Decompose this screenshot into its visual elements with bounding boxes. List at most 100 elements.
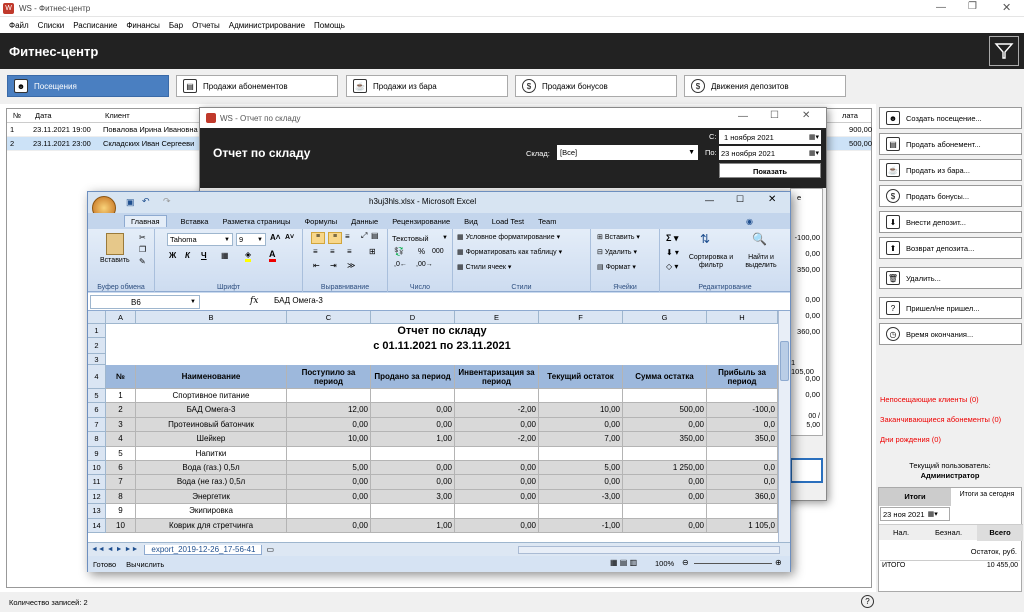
align-top-icon[interactable]: ≡ xyxy=(311,232,325,244)
menu-help[interactable]: Помощь xyxy=(314,21,345,30)
sheet-cell[interactable]: 0,00 xyxy=(455,461,539,476)
menu-admin[interactable]: Администрирование xyxy=(229,21,305,30)
tab-data[interactable]: Данные xyxy=(351,217,378,226)
fill-color-icon[interactable]: ◈ xyxy=(245,250,252,262)
table-header-cell[interactable]: Продано за период xyxy=(371,365,455,389)
horizontal-scrollbar[interactable] xyxy=(518,546,780,554)
align-center-icon[interactable]: ≡ xyxy=(330,247,335,256)
sheet-cell[interactable]: 10,00 xyxy=(539,403,623,418)
find-select-button[interactable]: Найти и выделить xyxy=(736,254,786,270)
currency-icon[interactable]: 💱 xyxy=(394,247,404,256)
delete-button[interactable]: 🗑 Удалить... xyxy=(879,267,1022,289)
sheet-cell[interactable] xyxy=(287,504,371,519)
sheet-cell[interactable] xyxy=(287,446,371,461)
sheet-cell[interactable]: Экипировка xyxy=(136,504,287,519)
name-box[interactable]: B6 ▼ xyxy=(90,295,200,309)
tab-all[interactable]: Всего xyxy=(977,525,1023,541)
column-header[interactable]: Клиент xyxy=(105,109,130,123)
tab-review[interactable]: Рецензирование xyxy=(392,217,450,226)
sort-filter-button[interactable]: Сортировка и фильтр xyxy=(686,254,736,270)
sheet-cell[interactable]: -1,00 xyxy=(539,518,623,533)
expiring-subscriptions-link[interactable]: Заканчивающиеся абонементы (0) xyxy=(880,415,1001,424)
minimize-icon[interactable]: — xyxy=(936,2,946,13)
sheet-cell[interactable]: 0,00 xyxy=(455,475,539,490)
column-header[interactable]: № xyxy=(13,109,21,123)
menu-reports[interactable]: Отчеты xyxy=(192,21,220,30)
warehouse-select[interactable]: [Все] ▼ xyxy=(557,145,698,160)
autosum-icon[interactable]: Σ ▾ xyxy=(666,233,678,244)
column-header[interactable]: C xyxy=(287,311,371,324)
row-header[interactable]: 7 xyxy=(88,417,106,433)
row-header[interactable]: 12 xyxy=(88,489,106,505)
sheet-cell[interactable]: 10,00 xyxy=(287,432,371,447)
tab-cash[interactable]: Нал. xyxy=(893,528,909,537)
sheet-cell[interactable]: 0,0 xyxy=(707,417,778,433)
decrease-decimal-icon[interactable]: ,00→ xyxy=(416,261,433,268)
find-select-icon[interactable]: 🔍 xyxy=(752,232,767,246)
column-header[interactable]: H xyxy=(707,311,778,324)
scroll-thumb[interactable] xyxy=(780,341,789,381)
underline-icon[interactable]: Ч xyxy=(201,251,207,260)
maximize-icon[interactable]: ❐ xyxy=(968,1,977,12)
birthdays-link[interactable]: Дни рождения (0) xyxy=(880,435,941,444)
sheet-cell[interactable]: 3 xyxy=(106,417,136,433)
menu-finance[interactable]: Финансы xyxy=(126,21,160,30)
sheet-cell[interactable] xyxy=(539,504,623,519)
sheet-cell[interactable]: 350,0 xyxy=(707,432,778,447)
delete-cells-button[interactable]: ⊟ Удалить ▾ xyxy=(597,248,637,256)
tab-home[interactable]: Главная xyxy=(124,215,167,227)
sheet-tab[interactable]: export_2019-12-26_17-56-41 xyxy=(144,544,263,555)
sheet-cell[interactable]: 0,0 xyxy=(707,475,778,490)
sheet-cell[interactable]: 350,00 xyxy=(623,432,707,447)
sheet-cell[interactable] xyxy=(455,389,539,404)
sheet-cell[interactable] xyxy=(623,446,707,461)
sheet-cell[interactable] xyxy=(539,446,623,461)
help-icon[interactable]: ? xyxy=(861,595,874,608)
sheet-cell[interactable]: Вода (газ.) 0,5л xyxy=(136,461,287,476)
percent-icon[interactable]: % xyxy=(418,247,425,256)
thousands-icon[interactable]: 000 xyxy=(432,248,444,255)
sheet-cell[interactable]: БАД Омега-3 xyxy=(136,403,287,418)
row-header[interactable]: 5 xyxy=(88,389,106,404)
sheet-cell[interactable]: Спортивное питание xyxy=(136,389,287,404)
sheet-cell[interactable]: Энергетик xyxy=(136,489,287,505)
sell-bonus-button[interactable]: $ Продать бонусы... xyxy=(879,185,1022,207)
tab-bar-sales[interactable]: ☕ Продажи из бара xyxy=(346,75,508,97)
paste-button[interactable]: Вставить xyxy=(100,257,130,264)
sheet-cell[interactable] xyxy=(539,389,623,404)
sheet-cell[interactable]: 1,00 xyxy=(371,432,455,447)
column-header[interactable]: A xyxy=(106,311,136,324)
paste-icon[interactable] xyxy=(106,233,124,255)
help-icon[interactable]: ◉ xyxy=(746,217,753,226)
redo-icon[interactable]: ↷ xyxy=(163,196,171,207)
attendance-button[interactable]: ? Пришел/не пришел... xyxy=(879,297,1022,319)
zoom-slider[interactable] xyxy=(694,563,772,564)
select-all-corner[interactable] xyxy=(88,311,106,324)
sheet-cell[interactable]: 360,0 xyxy=(707,489,778,505)
menu-schedule[interactable]: Расписание xyxy=(73,21,117,30)
wrap-text-icon[interactable]: ▤ xyxy=(371,231,379,240)
tab-view[interactable]: Вид xyxy=(464,217,478,226)
outdent-icon[interactable]: ⇤ xyxy=(313,261,320,270)
filter-icon[interactable] xyxy=(989,36,1019,66)
sheet-cell[interactable]: 5,00 xyxy=(287,461,371,476)
align-bottom-icon[interactable]: ≡ xyxy=(345,232,350,241)
tab-totals[interactable]: Итоги xyxy=(879,488,951,506)
maximize-icon[interactable]: ☐ xyxy=(770,110,779,121)
row-header[interactable]: 9 xyxy=(88,446,106,461)
sheet-cell[interactable]: 3,00 xyxy=(371,489,455,505)
table-header-cell[interactable]: Сумма остатка xyxy=(623,365,707,389)
close-icon[interactable]: ✕ xyxy=(1002,1,1011,14)
menu-file[interactable]: Файл xyxy=(9,21,29,30)
sheet-report-title[interactable]: Отчет по складу xyxy=(106,324,778,338)
sheet-cell[interactable] xyxy=(623,504,707,519)
sheet-cell[interactable]: -100,0 xyxy=(707,403,778,418)
sheet-cell[interactable]: 10 xyxy=(106,518,136,533)
tab-subscription-sales[interactable]: ▤ Продажи абонементов xyxy=(176,75,338,97)
copy-icon[interactable]: ❐ xyxy=(139,245,146,254)
sheet-cell[interactable]: 6 xyxy=(106,461,136,476)
sheet-cell[interactable]: Вода (не газ.) 0,5л xyxy=(136,475,287,490)
format-cells-button[interactable]: ▤ Формат ▾ xyxy=(597,263,636,271)
totals-date-picker[interactable]: 23 ноя 2021 ▦▾ xyxy=(880,507,950,521)
undo-icon[interactable]: ↶ xyxy=(142,196,150,207)
